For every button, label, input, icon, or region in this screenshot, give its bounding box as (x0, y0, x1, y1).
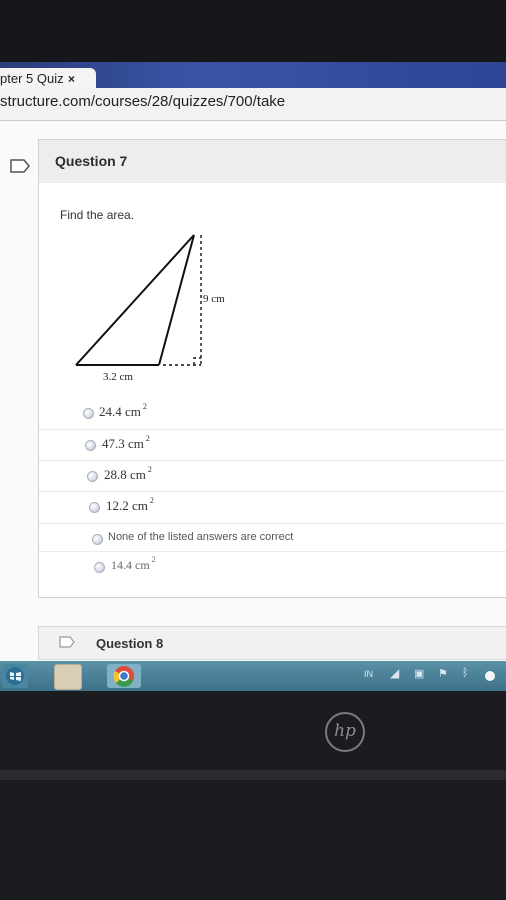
question-8-header: Question 8 (38, 626, 506, 660)
language-indicator[interactable]: IN (364, 669, 373, 679)
network-icon[interactable]: ◢ (390, 666, 399, 680)
answer-superscript: 2 (151, 555, 156, 564)
url-text[interactable]: structure.com/courses/28/quizzes/700/tak… (0, 93, 285, 110)
height-label: 9 cm (203, 293, 225, 305)
answer-label: 24.4 cm (99, 404, 141, 419)
file-explorer-icon[interactable] (54, 664, 82, 690)
answer-label: 47.3 cm (102, 436, 144, 451)
address-bar[interactable]: structure.com/courses/28/quizzes/700/tak… (0, 88, 506, 121)
radio-button[interactable] (92, 534, 103, 545)
answer-label: 28.8 cm (104, 467, 146, 482)
start-button[interactable] (2, 664, 28, 688)
radio-button[interactable] (94, 562, 105, 573)
question-header: Question 7 (38, 139, 506, 185)
answer-option-2[interactable]: 47.3 cm 2 (39, 429, 506, 458)
base-label: 3.2 cm (103, 371, 133, 383)
question-title: Question 7 (55, 153, 128, 169)
laptop-bezel (0, 691, 506, 900)
answer-option-3[interactable]: 28.8 cm 2 (39, 460, 506, 489)
answer-superscript: 2 (142, 402, 147, 411)
answer-label: None of the listed answers are correct (108, 531, 294, 543)
radio-button[interactable] (83, 408, 94, 419)
question-body: Find the area. 9 cm 3.2 cm 24.4 cm 2 47.3… (38, 183, 506, 598)
answer-option-4[interactable]: 12.2 cm 2 (39, 491, 506, 520)
answer-superscript: 2 (145, 434, 150, 443)
laptop-hinge (0, 770, 506, 780)
answer-label: 14.4 cm (111, 558, 150, 572)
radio-button[interactable] (89, 502, 100, 513)
triangle-figure (75, 234, 202, 366)
chrome-icon (113, 666, 134, 687)
answer-option-6[interactable]: 14.4 cm 2 (39, 551, 506, 580)
quiz-page: Question 7 Find the area. 9 cm 3.2 cm 24… (0, 121, 506, 661)
answer-superscript: 2 (149, 496, 154, 505)
browser-tab[interactable]: pter 5 Quiz × (0, 68, 96, 90)
hp-logo: hp (325, 712, 365, 752)
chrome-taskbar-button[interactable] (107, 664, 141, 688)
question-flag-icon[interactable] (10, 159, 30, 173)
screen-icon[interactable]: ▣ (414, 667, 424, 680)
answer-option-1[interactable]: 24.4 cm 2 (39, 398, 506, 426)
answer-superscript: 2 (147, 465, 152, 474)
question-title: Question 8 (96, 636, 164, 651)
bluetooth-icon[interactable]: ᛒ (462, 667, 469, 679)
power-icon[interactable] (485, 671, 495, 681)
flag-icon[interactable]: ⚑ (438, 667, 448, 680)
tab-title: pter 5 Quiz (0, 71, 64, 86)
question-flag-icon[interactable] (59, 636, 75, 648)
radio-button[interactable] (85, 440, 96, 451)
answer-label: 12.2 cm (106, 498, 148, 513)
windows-logo-icon (6, 667, 24, 685)
windows-taskbar: IN ◢ ▣ ⚑ ᛒ (0, 661, 506, 691)
close-icon[interactable]: × (68, 68, 75, 90)
radio-button[interactable] (87, 471, 98, 482)
answer-option-5[interactable]: None of the listed answers are correct (39, 523, 506, 552)
